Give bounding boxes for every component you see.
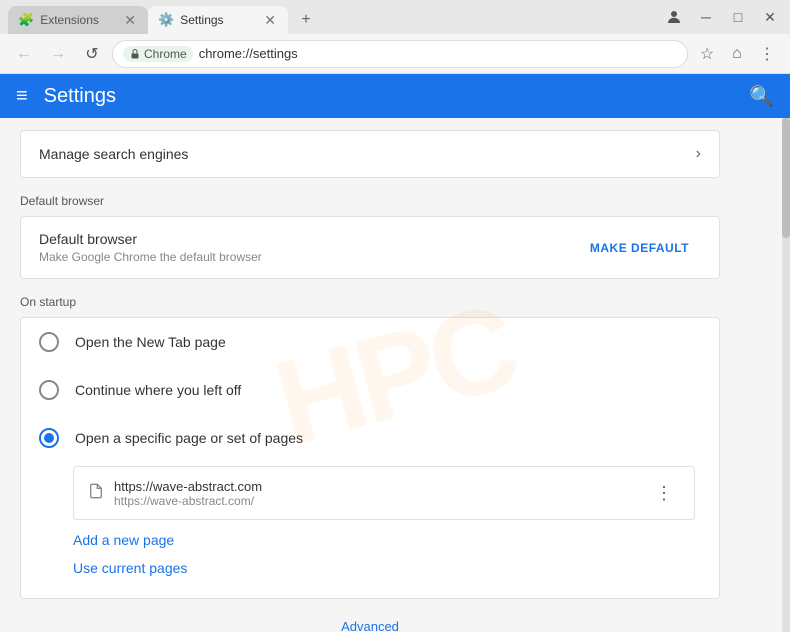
on-startup-heading: On startup bbox=[20, 295, 720, 309]
add-new-page-link[interactable]: Add a new page bbox=[73, 532, 174, 548]
settings-tab-label: Settings bbox=[180, 13, 256, 27]
appbar-title: Settings bbox=[44, 85, 116, 108]
manage-search-engines-label: Manage search engines bbox=[39, 146, 188, 162]
profile-icon[interactable] bbox=[662, 5, 686, 29]
startup-option-continue[interactable]: Continue where you left off bbox=[21, 366, 719, 414]
scrollbar-track[interactable] bbox=[782, 118, 790, 632]
tab-settings[interactable]: ⚙️ Settings ✕ bbox=[148, 6, 288, 34]
default-browser-info: Default browser Make Google Chrome the d… bbox=[39, 231, 262, 264]
settings-tab-close[interactable]: ✕ bbox=[262, 11, 278, 29]
settings-tab-icon: ⚙️ bbox=[158, 12, 174, 28]
startup-option-new-tab-label: Open the New Tab page bbox=[75, 334, 226, 350]
on-startup-card: Open the New Tab page Continue where you… bbox=[20, 317, 720, 599]
page-file-icon bbox=[88, 482, 104, 505]
default-browser-card: Default browser Make Google Chrome the d… bbox=[20, 216, 720, 279]
default-browser-heading: Default browser bbox=[20, 194, 720, 208]
settings-main: Manage search engines › Default browser … bbox=[0, 118, 782, 632]
secure-indicator: Chrome bbox=[123, 46, 193, 62]
advanced-link[interactable]: Advanced bbox=[341, 619, 399, 632]
default-browser-content: Default browser Make Google Chrome the d… bbox=[21, 217, 719, 278]
manage-search-engines-row[interactable]: Manage search engines › bbox=[20, 130, 720, 178]
address-actions: ☆ ⌂ ⋮ bbox=[694, 41, 780, 67]
star-icon[interactable]: ☆ bbox=[694, 41, 720, 67]
startup-option-specific-label: Open a specific page or set of pages bbox=[75, 430, 303, 446]
manage-search-engines-arrow: › bbox=[696, 145, 701, 163]
startup-page-entry: https://wave-abstract.com https://wave-a… bbox=[73, 466, 695, 520]
extensions-tab-close[interactable]: ✕ bbox=[122, 11, 138, 29]
startup-option-continue-label: Continue where you left off bbox=[75, 382, 241, 398]
addressbar: ← → ↺ Chrome chrome://settings ☆ ⌂ ⋮ bbox=[0, 34, 790, 74]
startup-option-specific[interactable]: Open a specific page or set of pages bbox=[21, 414, 719, 462]
browser-window: 🧩 Extensions ✕ ⚙️ Settings ✕ + bbox=[0, 0, 790, 632]
url-bar[interactable]: Chrome chrome://settings bbox=[112, 40, 688, 68]
radio-specific[interactable] bbox=[39, 428, 59, 448]
tab-extensions[interactable]: 🧩 Extensions ✕ bbox=[8, 6, 148, 34]
scrollbar-thumb[interactable] bbox=[782, 118, 790, 238]
radio-new-tab[interactable] bbox=[39, 332, 59, 352]
minimize-button[interactable]: ─ bbox=[694, 5, 718, 29]
startup-option-new-tab[interactable]: Open the New Tab page bbox=[21, 318, 719, 366]
startup-page-info: https://wave-abstract.com https://wave-a… bbox=[114, 479, 638, 508]
home-icon[interactable]: ⌂ bbox=[724, 41, 750, 67]
make-default-button[interactable]: MAKE DEFAULT bbox=[578, 233, 701, 263]
startup-page-url-sub: https://wave-abstract.com/ bbox=[114, 494, 638, 508]
secure-label: Chrome bbox=[144, 47, 187, 61]
tabs-area: 🧩 Extensions ✕ ⚙️ Settings ✕ + bbox=[8, 0, 662, 34]
new-tab-button[interactable]: + bbox=[292, 6, 320, 34]
radio-continue[interactable] bbox=[39, 380, 59, 400]
close-button[interactable]: ✕ bbox=[758, 5, 782, 29]
url-text: chrome://settings bbox=[199, 46, 677, 61]
default-browser-subtitle: Make Google Chrome the default browser bbox=[39, 250, 262, 264]
appbar: ≡ Settings 🔍 bbox=[0, 74, 790, 118]
content-area: Manage search engines › Default browser … bbox=[0, 118, 790, 632]
startup-page-url-main: https://wave-abstract.com bbox=[114, 479, 638, 494]
back-button[interactable]: ← bbox=[10, 40, 38, 68]
window-controls: ─ □ ✕ bbox=[662, 5, 782, 29]
startup-page-menu-button[interactable]: ⋮ bbox=[648, 477, 680, 509]
forward-button[interactable]: → bbox=[44, 40, 72, 68]
maximize-button[interactable]: □ bbox=[726, 5, 750, 29]
settings-content: Manage search engines › Default browser … bbox=[0, 130, 740, 632]
advanced-row: Advanced bbox=[20, 607, 720, 632]
appbar-search-icon[interactable]: 🔍 bbox=[749, 84, 774, 109]
titlebar: 🧩 Extensions ✕ ⚙️ Settings ✕ + bbox=[0, 0, 790, 34]
reload-button[interactable]: ↺ bbox=[78, 40, 106, 68]
default-browser-title: Default browser bbox=[39, 231, 262, 247]
chrome-menu-icon[interactable]: ⋮ bbox=[754, 41, 780, 67]
appbar-menu-icon[interactable]: ≡ bbox=[16, 85, 28, 108]
extensions-tab-icon: 🧩 bbox=[18, 12, 34, 28]
extensions-tab-label: Extensions bbox=[40, 13, 116, 27]
use-current-pages-link[interactable]: Use current pages bbox=[73, 560, 187, 576]
